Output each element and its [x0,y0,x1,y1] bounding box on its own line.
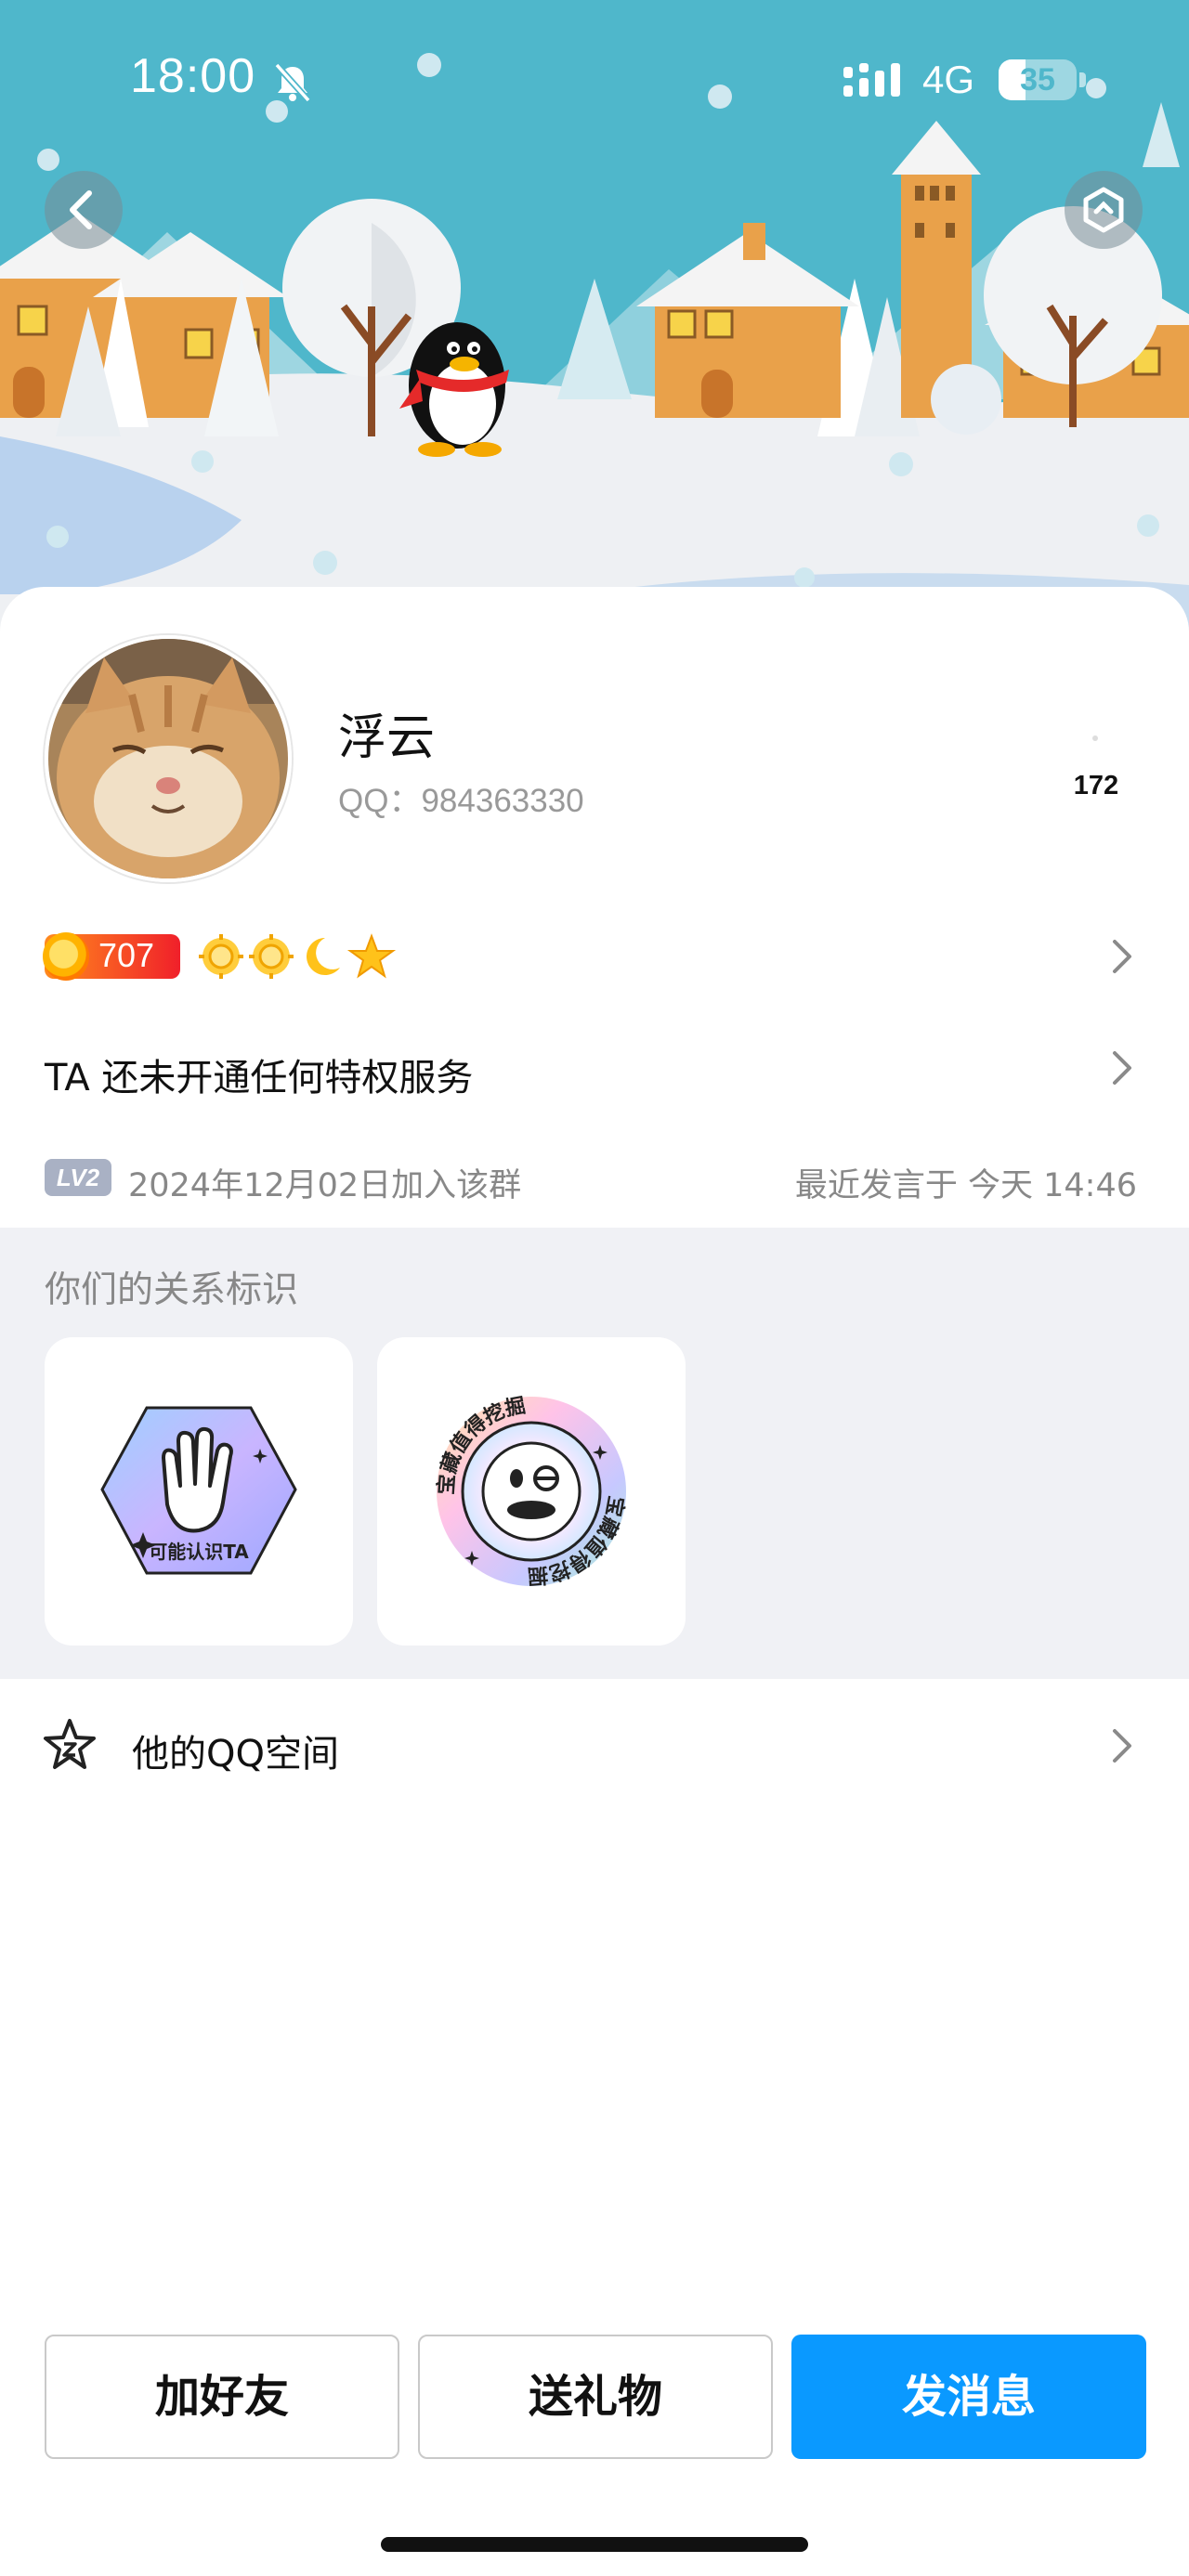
hexagon-settings-icon [1083,187,1124,233]
chevron-right-icon [1113,1051,1131,1085]
privilege-row[interactable]: TA 还未开通任何特权服务 [0,1031,1189,1105]
chevron-right-icon [1113,940,1131,973]
send-message-button[interactable]: 发消息 [791,2335,1146,2459]
star-outline-icon [44,1719,96,1769]
treasure-face-icon: 宝藏值得挖掘 宝藏值得挖掘 [434,1395,628,1588]
chevron-right-icon [1113,1729,1131,1763]
level-icons [199,933,397,979]
avatar[interactable] [45,635,292,882]
privilege-text: TA 还未开通任何特权服务 [45,1057,474,1099]
battery-nub [1079,72,1086,87]
qzone-row[interactable]: 他的QQ空间 [0,1705,1189,1787]
coin-icon [43,932,89,981]
relation-title: 你们的关系标识 [45,1269,299,1311]
back-button[interactable] [45,171,123,249]
cat-avatar-image [48,639,288,878]
coin-badge: 707 [43,932,180,981]
like-indicator [1092,735,1098,741]
level-row[interactable]: 707 [0,919,1189,997]
moon-icon [307,938,340,975]
status-time: 18:00 [130,49,256,103]
status-bar: 18:00 4G 35 [0,0,1189,158]
wave-hand-icon: 可能认识TA [100,1406,297,1575]
relation-badge-card[interactable]: 可能认识TA [45,1337,353,1646]
relation-badge-card[interactable]: 宝藏值得挖掘 宝藏值得挖掘 [377,1337,686,1646]
qq-label: QQ： [338,783,422,819]
chevron-left-icon [70,190,92,229]
like-count[interactable]: 172 [1040,771,1152,801]
add-friend-button[interactable]: 加好友 [45,2335,399,2459]
profile-banner: 18:00 4G 35 [0,0,1189,650]
bell-muted-icon [274,62,311,103]
star-icon [346,933,397,979]
battery-percent: 35 [1020,62,1055,98]
relation-section: 你们的关系标识 可能认识TA 宝藏值得挖掘 宝藏值得挖掘 [0,1228,1189,1679]
sun-icon [249,934,294,979]
badge-label: 可能认识TA [149,1541,249,1563]
battery-icon: 35 [999,59,1077,100]
nickname: 浮云 [338,710,436,766]
qq-number: 984363330 [421,783,584,819]
qzone-label: 他的QQ空间 [132,1733,339,1776]
home-indicator[interactable] [381,2537,808,2552]
signal-icon [843,63,900,97]
group-join-row: LV2 2024年12月02日加入该群 最近发言于 今天 14:46 [0,1151,1189,1207]
qq-number-line[interactable]: QQ：984363330 [338,774,584,822]
join-date-text: 2024年12月02日加入该群 [128,1167,522,1204]
coin-value: 707 [98,936,155,974]
network-type: 4G [922,58,975,101]
last-speak-text: 最近发言于 今天 14:46 [794,1167,1137,1204]
send-gift-button[interactable]: 送礼物 [418,2335,773,2459]
sun-icon [199,934,243,979]
settings-button[interactable] [1065,171,1143,249]
group-level-badge: LV2 [45,1159,111,1196]
